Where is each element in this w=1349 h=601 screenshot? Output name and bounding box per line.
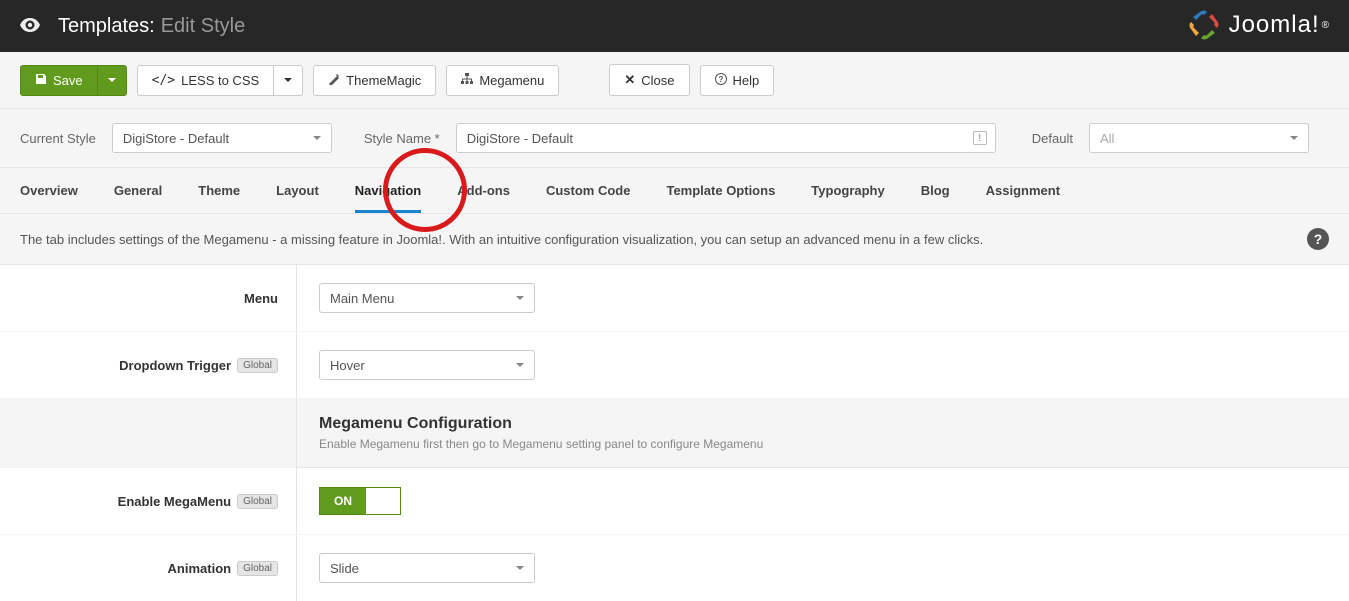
default-label: Default (1032, 131, 1073, 146)
thememagic-button[interactable]: ThemeMagic (313, 65, 436, 96)
less-button-group: </> LESS to CSS (137, 65, 304, 96)
header-bar: Templates: Edit Style Joomla! ® (0, 0, 1349, 52)
animation-value: Slide (330, 561, 359, 576)
help-label: Help (733, 73, 760, 88)
menu-select[interactable]: Main Menu (319, 283, 535, 313)
save-button[interactable]: Save (20, 65, 97, 96)
current-style-label: Current Style (20, 131, 96, 146)
toolbar: Save </> LESS to CSS ThemeMagic Megamenu… (0, 52, 1349, 109)
tab-addons[interactable]: Add-ons (457, 168, 510, 213)
enable-megamenu-toggle[interactable]: ON (319, 487, 401, 515)
caret-down-icon (313, 136, 321, 140)
save-button-group: Save (20, 65, 127, 96)
close-icon: ✕ (624, 72, 635, 88)
less-button-label: LESS to CSS (181, 73, 259, 88)
close-button[interactable]: ✕ Close (609, 64, 689, 96)
svg-text:?: ? (718, 75, 723, 84)
navigation-settings-form: Menu Main Menu Dropdown Trigger Global H… (0, 265, 1349, 601)
less-to-css-button[interactable]: </> LESS to CSS (137, 65, 274, 96)
code-icon: </> (152, 73, 175, 88)
thememagic-label: ThemeMagic (346, 73, 421, 88)
tab-overview[interactable]: Overview (20, 168, 78, 213)
tab-typography[interactable]: Typography (811, 168, 884, 213)
tab-assignment[interactable]: Assignment (986, 168, 1060, 213)
tab-navigation[interactable]: Navigation (355, 168, 421, 213)
save-icon (35, 73, 47, 88)
current-style-select[interactable]: DigiStore - Default (112, 123, 332, 153)
context-help-button[interactable]: ? (1307, 228, 1329, 250)
dropdown-trigger-select[interactable]: Hover (319, 350, 535, 380)
caret-down-icon (516, 296, 524, 300)
dropdown-trigger-value: Hover (330, 358, 365, 373)
caret-down-icon (108, 78, 116, 82)
animation-select[interactable]: Slide (319, 553, 535, 583)
tabs-nav: Overview General Theme Layout Navigation… (0, 168, 1349, 214)
help-button[interactable]: ? Help (700, 65, 775, 96)
default-select[interactable]: All (1089, 123, 1309, 153)
page-title: Templates: (58, 15, 155, 38)
toggle-on-label: ON (320, 488, 366, 514)
input-warning-icon: ! (973, 131, 987, 145)
close-label: Close (641, 73, 674, 88)
magic-icon (328, 73, 340, 88)
style-name-label: Style Name * (364, 131, 440, 146)
form-row-dropdown-trigger: Dropdown Trigger Global Hover (0, 332, 1349, 399)
tab-description-row: The tab includes settings of the Megamen… (0, 214, 1349, 265)
less-dropdown-toggle[interactable] (273, 65, 303, 96)
section-title: Megamenu Configuration (319, 415, 1327, 433)
toggle-off-handle (366, 488, 400, 514)
form-row-menu: Menu Main Menu (0, 265, 1349, 332)
caret-down-icon (516, 363, 524, 367)
joomla-brand-text: Joomla! (1229, 11, 1320, 39)
registered-mark: ® (1322, 20, 1329, 31)
save-button-label: Save (53, 73, 83, 88)
style-selector-row: Current Style DigiStore - Default Style … (0, 109, 1349, 168)
menu-value: Main Menu (330, 291, 394, 306)
megamenu-label: Megamenu (479, 73, 544, 88)
current-style-value: DigiStore - Default (123, 131, 229, 146)
menu-label: Menu (244, 291, 278, 306)
section-subtitle: Enable Megamenu first then go to Megamen… (319, 437, 1327, 451)
dropdown-trigger-label: Dropdown Trigger (119, 358, 231, 373)
caret-down-icon (516, 566, 524, 570)
form-section-header-row: Megamenu Configuration Enable Megamenu f… (0, 399, 1349, 468)
tab-theme[interactable]: Theme (198, 168, 240, 213)
tab-template-options[interactable]: Template Options (666, 168, 775, 213)
tab-blog[interactable]: Blog (921, 168, 950, 213)
default-value: All (1100, 131, 1114, 146)
form-row-animation: Animation Global Slide (0, 535, 1349, 601)
page-subtitle: Edit Style (161, 15, 245, 38)
help-icon: ? (715, 73, 727, 88)
megamenu-section-header: Megamenu Configuration Enable Megamenu f… (297, 399, 1349, 468)
save-dropdown-toggle[interactable] (97, 65, 127, 96)
form-row-enable-megamenu: Enable MegaMenu Global ON (0, 468, 1349, 535)
animation-label: Animation (168, 561, 232, 576)
tab-description: The tab includes settings of the Megamen… (20, 232, 983, 247)
eye-icon (20, 18, 40, 35)
joomla-icon (1187, 8, 1221, 42)
megamenu-button[interactable]: Megamenu (446, 65, 559, 96)
style-name-value: DigiStore - Default (467, 131, 573, 146)
tab-general[interactable]: General (114, 168, 162, 213)
style-name-input[interactable]: DigiStore - Default ! (456, 123, 996, 153)
caret-down-icon (284, 78, 292, 82)
global-badge: Global (237, 561, 278, 576)
sitemap-icon (461, 73, 473, 88)
tab-custom-code[interactable]: Custom Code (546, 168, 631, 213)
global-badge: Global (237, 358, 278, 373)
caret-down-icon (1290, 136, 1298, 140)
enable-megamenu-label: Enable MegaMenu (118, 494, 231, 509)
joomla-logo: Joomla! ® (1187, 8, 1329, 42)
tab-layout[interactable]: Layout (276, 168, 319, 213)
global-badge: Global (237, 494, 278, 509)
